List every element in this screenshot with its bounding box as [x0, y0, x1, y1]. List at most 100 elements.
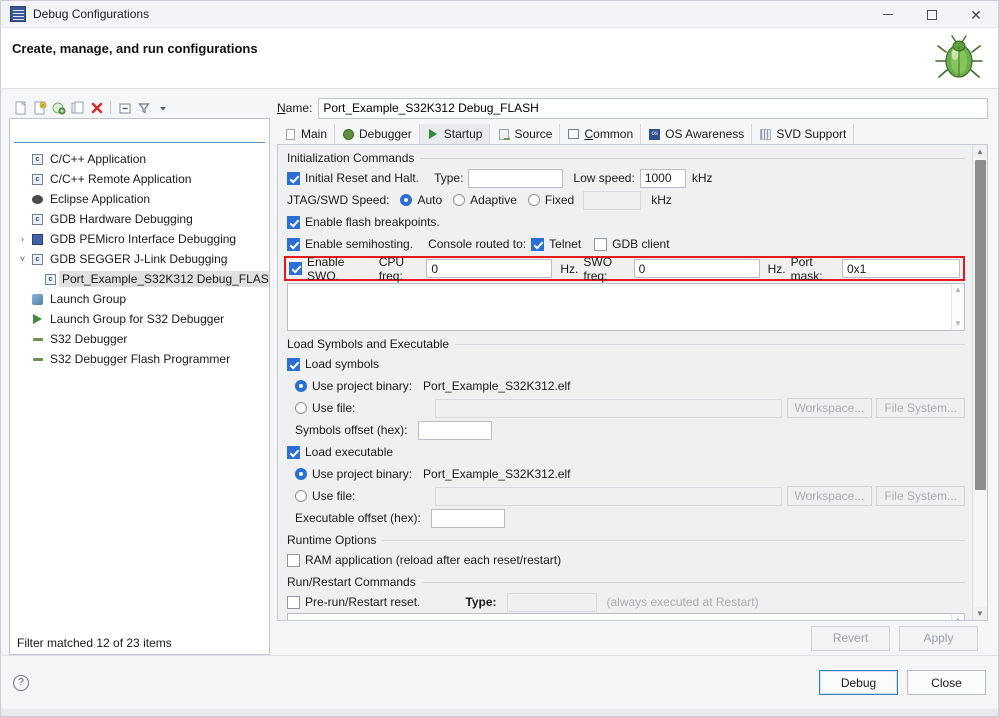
run-restart-scrollbar[interactable]: ▲ ▼ — [951, 614, 964, 620]
window-controls: ✕ — [866, 1, 998, 28]
tree-item-launch-group-for-s32-debugger[interactable]: Launch Group for S32 Debugger — [10, 309, 269, 329]
swo-freq-input[interactable] — [633, 259, 760, 278]
jtag-adaptive-label: Adaptive — [470, 193, 517, 207]
symbols-workspace-button[interactable]: Workspace... — [786, 398, 873, 418]
name-label: Name: — [277, 101, 313, 115]
port-mask-input[interactable] — [842, 259, 960, 278]
tree-item-s32-debugger-flash-programmer[interactable]: S32 Debugger Flash Programmer — [10, 349, 269, 369]
c-file-icon: c — [29, 153, 46, 165]
scroll-down-icon[interactable]: ▼ — [954, 320, 962, 328]
close-icon[interactable]: ✕ — [954, 1, 998, 28]
scrollbar-track[interactable] — [973, 158, 987, 607]
tree-item-gdb-pemicro-interface-debugging[interactable]: › GDB PEMicro Interface Debugging — [10, 229, 269, 249]
export-icon[interactable] — [50, 99, 67, 116]
pre-run-type-label: Type: — [465, 595, 497, 609]
tree-item-gdb-hardware-debugging[interactable]: c GDB Hardware Debugging — [10, 209, 269, 229]
tab-startup[interactable]: Startup — [419, 124, 491, 144]
init-commands-scrollbar[interactable]: ▲ ▼ — [951, 284, 964, 330]
tree-item-s32-debugger[interactable]: S32 Debugger — [10, 329, 269, 349]
startup-tab-scrollbar[interactable]: ▲ ▼ — [972, 145, 987, 620]
tab-common[interactable]: Common — [560, 124, 642, 144]
filter-input[interactable] — [14, 123, 265, 143]
enable-swo-checkbox[interactable] — [289, 262, 302, 275]
scroll-down-icon[interactable]: ▼ — [974, 607, 987, 620]
duplicate-icon[interactable] — [69, 99, 86, 116]
executable-workspace-button[interactable]: Workspace... — [786, 486, 873, 506]
scroll-up-icon[interactable]: ▲ — [954, 286, 962, 294]
tree-item-label: GDB Hardware Debugging — [50, 212, 193, 226]
collapse-all-icon[interactable] — [116, 99, 133, 116]
scrollbar-thumb[interactable] — [974, 160, 986, 490]
semihosting-checkbox[interactable] — [287, 237, 300, 251]
tab-source[interactable]: Source — [490, 124, 561, 144]
tab-debugger[interactable]: Debugger — [335, 124, 420, 144]
scroll-up-icon[interactable]: ▲ — [954, 616, 962, 621]
tab-main[interactable]: Main — [277, 124, 336, 144]
new-prototype-icon[interactable]: P — [31, 99, 48, 116]
executable-project-binary-radio[interactable] — [295, 468, 307, 480]
tab-os-awareness[interactable]: os OS Awareness — [641, 124, 753, 144]
swo-freq-label: SWO freq: — [583, 254, 613, 283]
load-symbols-checkbox[interactable] — [287, 357, 300, 371]
page-title: Create, manage, and run configurations — [12, 41, 258, 56]
load-symbols-group: Load Symbols and Executable Load symbols… — [287, 337, 965, 529]
executable-project-binary-value: Port_Example_S32K312.elf — [423, 467, 571, 481]
jtag-adaptive-radio[interactable] — [453, 194, 466, 206]
apply-button[interactable]: Apply — [899, 625, 978, 651]
scroll-up-icon[interactable]: ▲ — [974, 145, 987, 158]
symbols-project-binary-value: Port_Example_S32K312.elf — [423, 379, 571, 393]
filter-icon[interactable] — [135, 99, 152, 116]
low-speed-input[interactable] — [639, 168, 686, 188]
tree-item-port-example-s32k312-debug-flash[interactable]: c Port_Example_S32K312 Debug_FLASH — [10, 269, 269, 289]
debug-button[interactable]: Debug — [819, 670, 898, 695]
tree-item-gdb-segger-jlink-debugging[interactable]: ˅ c GDB SEGGER J-Link Debugging — [10, 249, 269, 269]
executable-offset-input[interactable] — [430, 508, 505, 528]
revert-button[interactable]: Revert — [811, 625, 890, 651]
load-executable-checkbox[interactable] — [287, 445, 300, 459]
cpu-freq-input[interactable] — [426, 259, 553, 278]
telnet-checkbox[interactable] — [531, 237, 545, 251]
pre-run-restart-checkbox[interactable] — [287, 595, 300, 609]
reset-type-input[interactable] — [468, 168, 564, 188]
tree-item-eclipse-application[interactable]: Eclipse Application — [10, 189, 269, 209]
executable-use-file-radio[interactable] — [295, 490, 307, 502]
delete-icon[interactable] — [88, 99, 105, 116]
new-configuration-icon[interactable] — [12, 99, 29, 116]
tree-item-label: C/C++ Application — [50, 152, 147, 166]
twisty-collapsed-icon[interactable]: › — [16, 234, 29, 244]
name-input[interactable] — [318, 97, 988, 119]
tab-svd-support[interactable]: SVD Support — [752, 124, 855, 144]
twisty-expanded-icon[interactable]: ˅ — [16, 254, 29, 264]
initial-reset-checkbox[interactable] — [287, 171, 300, 185]
init-commands-textarea[interactable] — [288, 284, 951, 330]
tree-item-c-cpp-application[interactable]: c C/C++ Application — [10, 149, 269, 169]
symbols-offset-label: Symbols offset (hex): — [295, 423, 408, 437]
symbols-offset-input[interactable] — [417, 420, 492, 440]
flash-breakpoints-checkbox[interactable] — [287, 215, 300, 229]
maximize-icon[interactable] — [910, 1, 954, 28]
help-icon[interactable]: ? — [13, 674, 29, 691]
tree-item-c-cpp-remote-application[interactable]: c C/C++ Remote Application — [10, 169, 269, 189]
symbols-use-file-radio[interactable] — [295, 402, 307, 414]
jtag-fixed-radio[interactable] — [527, 194, 540, 206]
run-restart-commands-group: Run/Restart Commands Pre-run/Restart res… — [287, 575, 965, 620]
symbols-project-binary-radio[interactable] — [295, 380, 307, 392]
executable-use-file-input[interactable] — [435, 486, 782, 506]
pre-run-type-input[interactable] — [506, 592, 597, 612]
symbols-use-file-input[interactable] — [435, 398, 782, 418]
close-button[interactable]: Close — [907, 670, 986, 695]
tree-item-launch-group[interactable]: Launch Group — [10, 289, 269, 309]
symbols-filesystem-button[interactable]: File System... — [876, 398, 965, 418]
jtag-fixed-input[interactable] — [583, 190, 642, 210]
gdb-client-label: GDB client — [612, 237, 670, 251]
name-row: Name: — [277, 97, 988, 119]
minimize-icon[interactable] — [866, 1, 910, 28]
view-menu-icon[interactable] — [154, 99, 171, 116]
ram-application-checkbox[interactable] — [287, 553, 300, 567]
load-executable-label: Load executable — [305, 445, 394, 459]
executable-filesystem-button[interactable]: File System... — [876, 486, 965, 506]
jtag-auto-radio[interactable] — [400, 194, 413, 206]
run-restart-textarea[interactable] — [288, 614, 951, 620]
executable-use-file-label: Use file: — [312, 489, 356, 503]
gdb-client-checkbox[interactable] — [594, 237, 608, 251]
